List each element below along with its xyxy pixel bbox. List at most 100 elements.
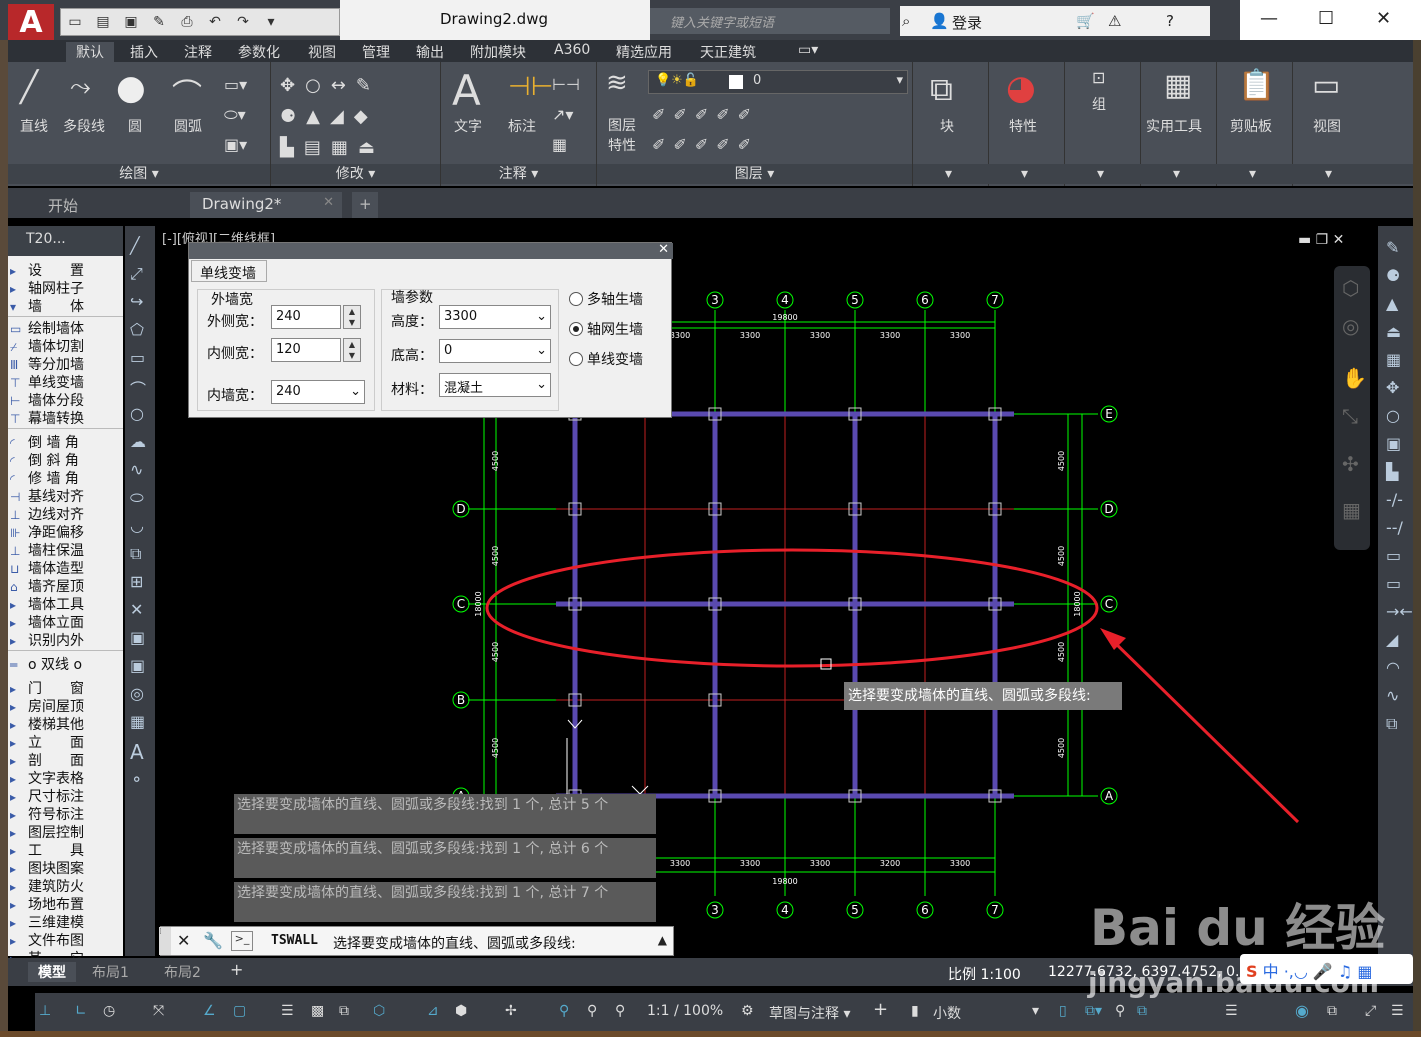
point-tool-icon[interactable]: ✕ — [130, 600, 143, 619]
tool-item[interactable]: ▸ 门 窗 — [10, 678, 122, 697]
isolate-icon[interactable]: ⚲ — [1115, 1003, 1125, 1019]
tool-item[interactable]: ⌂ 墙齐屋顶 — [10, 576, 122, 595]
snap-icon[interactable]: ∟ — [75, 1003, 87, 1019]
tool-item[interactable]: ⌿ 墙体切割 — [10, 336, 122, 355]
scale-display[interactable]: 比例 1:100 — [948, 964, 1021, 984]
annotation-small-icons[interactable]: ⊢⊣ ↗▾ ▦ — [552, 70, 580, 160]
gear-icon[interactable]: ⚙ — [741, 1003, 754, 1019]
utilities-button[interactable]: 实用工具 — [1146, 116, 1202, 136]
polygon-tool-icon[interactable]: ⬠ — [130, 320, 144, 339]
cloud-tool-icon[interactable]: ☁ — [130, 432, 146, 451]
properties-button[interactable]: 特性 — [1009, 116, 1037, 136]
tool-item[interactable]: ▸ 设 置 — [10, 260, 122, 279]
tool-item[interactable]: ⊥ 墙柱保温 — [10, 540, 122, 559]
tab-tangent[interactable]: 天正建筑 — [700, 42, 756, 62]
copy-tool-icon[interactable]: ⚈ — [1386, 266, 1400, 285]
quick-properties-icon[interactable]: ▯ — [1059, 1003, 1067, 1019]
tool-item[interactable]: ⊤ 幕墙转换 — [10, 408, 122, 427]
polyline-tool-icon[interactable]: ↪ — [130, 292, 143, 311]
explode-tool-icon[interactable]: ⧉ — [1386, 714, 1397, 734]
transparency-icon[interactable]: ▩ — [311, 1003, 324, 1019]
spline-tool-icon[interactable]: ∿ — [130, 460, 143, 479]
annotation-scale-icon[interactable]: ⚲ — [615, 1003, 625, 1019]
block-button[interactable]: 块 — [940, 116, 954, 136]
tab-layout1[interactable]: 布局1 — [92, 962, 129, 982]
tool-item[interactable]: ▸ 场地布置 — [10, 894, 122, 913]
break-tool-icon[interactable]: ▭ — [1386, 574, 1401, 593]
blend-tool-icon[interactable]: ∿ — [1386, 686, 1399, 705]
ellipse-arc-tool-icon[interactable]: ◡ — [130, 516, 144, 535]
tool-item[interactable]: ▸ 立 面 — [10, 732, 122, 751]
binoculars-icon[interactable]: ⌕ — [902, 12, 910, 30]
filter-icon[interactable]: ⬢ — [455, 1003, 467, 1019]
steering-wheel-icon[interactable]: ◎ — [1342, 314, 1359, 338]
tab-start[interactable]: 开始 — [36, 192, 90, 218]
chamfer-tool-icon[interactable]: ◢ — [1386, 630, 1398, 649]
tab-manage[interactable]: 管理 — [362, 42, 390, 62]
auto-scale-icon[interactable]: ⚲ — [587, 1003, 597, 1019]
insert-block-icon[interactable]: ⧉ — [130, 544, 141, 564]
move-tool-icon[interactable]: ✥ — [1386, 378, 1399, 397]
tool-item[interactable]: ◜ 修 墙 角 — [10, 468, 122, 487]
circle-icon[interactable]: ● — [116, 68, 146, 108]
tool-item[interactable]: ▸ 符号标注 — [10, 804, 122, 823]
history-toggle-icon[interactable]: ▲ — [658, 933, 667, 947]
offset-tool-icon[interactable]: ⏏ — [1386, 322, 1401, 341]
trim-tool-icon[interactable]: -/- — [1386, 490, 1403, 509]
tab-view[interactable]: 视图 — [308, 42, 336, 62]
selection-cycle-icon[interactable]: ⧉ — [339, 1003, 349, 1019]
undo-icon[interactable]: ↶ — [201, 9, 229, 35]
arc-button[interactable]: 圆弧 — [174, 116, 202, 136]
settings-menu-icon[interactable]: ☰ — [1391, 1003, 1404, 1019]
3d-osnap-icon[interactable]: ⬡ — [373, 1003, 385, 1019]
tool-item[interactable]: ▾ 墙 体 — [10, 296, 122, 315]
minimize-icon[interactable]: — — [1260, 8, 1278, 29]
ribbon-toggle-icon[interactable]: ▭▾ — [798, 42, 818, 58]
outer-side-spinner[interactable]: ▲ ▼ — [343, 305, 361, 329]
arc-icon[interactable]: ⌒ — [172, 70, 202, 114]
line-button[interactable]: 直线 — [20, 116, 48, 136]
zoom-icon[interactable]: ⤡ — [1342, 404, 1358, 428]
modify-tools-icon[interactable]: ✥○↔✎ ⚈▲◢◆ ▙▤▦⏏ — [280, 70, 385, 163]
clipboard-button[interactable]: 剪贴板 — [1230, 116, 1272, 136]
saveas-icon[interactable]: ✎ — [145, 9, 173, 35]
view-icon[interactable]: ▭ — [1312, 68, 1340, 103]
close-tab-icon[interactable]: ✕ — [323, 195, 334, 210]
help-icon[interactable]: ? — [1166, 12, 1174, 30]
fullscreen-icon[interactable]: ⤢ — [1365, 1003, 1376, 1019]
tab-addins[interactable]: 附加模块 — [470, 42, 526, 62]
otrack-icon[interactable]: ∠ — [203, 1003, 216, 1019]
osnap-icon[interactable]: ⤧ — [153, 1003, 164, 1019]
rotate-tool-icon[interactable]: ○ — [1386, 406, 1400, 425]
tool-item[interactable]: ▸ 房间屋顶 — [10, 696, 122, 715]
ucs-icon[interactable]: ⊥ — [39, 1003, 51, 1019]
hardware-accel-icon[interactable]: ⧉ — [1137, 1003, 1147, 1019]
command-line[interactable]: ⁞ ✕ 🔧 >_ TSWALL 选择要变成墙体的直线、圆弧或多段线: ▲ — [159, 926, 674, 956]
viewcube-icon[interactable]: ⬡ — [1342, 276, 1359, 300]
add-layout-icon[interactable]: + — [230, 960, 243, 979]
dimension-button[interactable]: 标注 — [508, 116, 536, 136]
units-select[interactable]: 小数 ▾ — [933, 1003, 1043, 1023]
tool-item[interactable]: ⊤ 单线变墙 — [10, 372, 122, 391]
stretch-tool-icon[interactable]: ▙ — [1386, 462, 1398, 481]
print-icon[interactable]: ⎙ — [173, 9, 201, 35]
rectangle-tool-icon[interactable]: ▭ — [130, 348, 145, 367]
base-height-select[interactable]: 0 ⌄ — [439, 339, 551, 363]
ellipse-tool-icon[interactable]: ⬭ — [130, 488, 144, 508]
prompt-icon[interactable]: >_ — [231, 931, 253, 951]
height-select[interactable]: 3300 ⌄ — [439, 305, 551, 329]
dimension-icon[interactable]: ⊣⊢ — [508, 72, 553, 102]
region-tool-icon[interactable]: ◎ — [130, 684, 144, 703]
tool-item[interactable]: Ⅲ 等分加墙 — [10, 354, 122, 373]
extend-tool-icon[interactable]: --/ — [1386, 518, 1403, 537]
polyline-icon[interactable]: ⤳ — [70, 72, 91, 103]
dialog-close-icon[interactable]: ✕ — [658, 242, 669, 257]
tool-item[interactable]: ◜ 倒 墙 角 — [10, 432, 122, 451]
tool-item[interactable]: ▭ 绘制墙体 — [10, 318, 122, 337]
tool-item[interactable]: ▸ 三维建模 — [10, 912, 122, 931]
tool-item[interactable]: ▸ 剖 面 — [10, 750, 122, 769]
tab-default[interactable]: 默认 — [66, 42, 114, 62]
line-icon[interactable]: ╱ — [20, 70, 38, 105]
tool-item[interactable]: ⊢ 墙体分段 — [10, 390, 122, 409]
outer-side-input[interactable]: 240 — [271, 305, 341, 329]
